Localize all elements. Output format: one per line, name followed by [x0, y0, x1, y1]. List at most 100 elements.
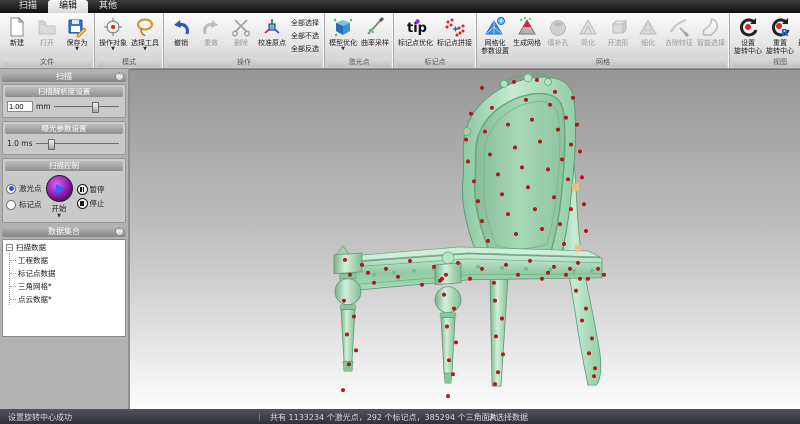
ribbon-toolbar: 新建打开保存为▼文件操作对象▼选择工具▼模式撤销重做删除校准原点全部选择全部不选…	[0, 13, 800, 69]
marker-point	[556, 128, 560, 132]
ribbon-button-label: 重做	[204, 39, 218, 47]
marker-point	[568, 267, 572, 271]
status-message: 设置旋转中心成功	[8, 412, 72, 423]
marker-point	[354, 349, 358, 353]
marker-point	[372, 281, 376, 285]
exposure-value-label: 1.0 ms	[7, 139, 33, 148]
tree-item[interactable]: 三角网格*	[10, 279, 122, 292]
ribbon-button-refine[interactable]: 细化	[633, 14, 663, 57]
resolution-slider-thumb[interactable]	[92, 102, 99, 113]
stop-button[interactable]: 停止	[77, 198, 105, 209]
marker-point	[469, 112, 473, 116]
ribbon-button-smart-select[interactable]: 智能选择	[695, 14, 727, 57]
viewport-3d[interactable]	[130, 69, 800, 409]
pause-button[interactable]: 暂停	[77, 184, 105, 195]
ribbon-button-open-manifold[interactable]: 开流形	[603, 14, 633, 57]
marker-point	[574, 289, 578, 293]
pause-icon	[77, 184, 88, 195]
marker-point	[546, 271, 550, 275]
ribbon-button-label: 删除	[234, 39, 248, 47]
ribbon-button-marker-stitch[interactable]: 标记点拼接	[435, 14, 474, 57]
start-dropdown-arrow-icon[interactable]: ▼	[57, 214, 61, 218]
ribbon-button-new[interactable]: 新建	[2, 14, 32, 57]
ribbon-button-calibrate-origin[interactable]: 校准原点	[256, 14, 288, 57]
ribbon-button-set-rotation-center[interactable]: 设置 旋转中心	[732, 14, 764, 57]
exposure-slider[interactable]	[36, 138, 121, 149]
ribbon-button-undo[interactable]: 撤销	[166, 14, 196, 57]
radio-dot-icon[interactable]	[6, 200, 16, 210]
collapse-scan-panel-button[interactable]: ^	[115, 72, 124, 81]
marker-point	[445, 325, 449, 329]
ribbon-button-marker-optimize[interactable]: tip标记点优化	[396, 14, 435, 57]
marker-point	[366, 271, 370, 275]
ribbon-button-save-as[interactable]: 保存为▼	[62, 14, 92, 57]
tree-item-label: 标记点数据	[18, 268, 56, 279]
ribbon-group-label: 模式	[98, 58, 160, 67]
tab-edit[interactable]: 编辑	[48, 0, 88, 13]
ribbon-button-operate-object[interactable]: 操作对象▼	[97, 14, 129, 57]
pause-label: 暂停	[90, 184, 105, 195]
collapse-data-panel-button[interactable]: ^	[115, 227, 124, 236]
ribbon-button-select-all[interactable]: 全部选择	[291, 18, 319, 28]
radio-selected-option[interactable]: 激光点	[6, 183, 42, 194]
ribbon-button-mesh-params[interactable]: 网格化 参数设置	[479, 14, 511, 57]
ribbon-button-select-tool[interactable]: 选择工具▼	[129, 14, 161, 57]
marker-point	[526, 186, 530, 190]
stop-label: 停止	[90, 198, 105, 209]
radio-dot-icon[interactable]	[6, 184, 16, 194]
ribbon-button-generate-mesh[interactable]: 生成网格	[511, 14, 543, 57]
tab-scan[interactable]: 扫描	[8, 0, 48, 13]
resolution-slider[interactable]	[54, 101, 121, 112]
tree-item[interactable]: 标记点数据	[10, 266, 122, 279]
radio-option[interactable]: 标记点	[6, 199, 42, 210]
ribbon-button-model-optimize[interactable]: 模型优化▼	[327, 14, 359, 57]
marker-point	[451, 372, 455, 376]
ribbon-button-reset-rotation-center[interactable]: R重置 旋转中心	[764, 14, 796, 57]
ribbon-button-redo[interactable]: 重做	[196, 14, 226, 57]
tree-item[interactable]: 工程数据	[10, 253, 122, 266]
marker-point	[480, 86, 484, 90]
marker-point	[440, 277, 444, 281]
tree-expander-icon[interactable]: −	[6, 244, 13, 251]
ribbon-button-curvature-sample[interactable]: 曲率采样	[359, 14, 391, 57]
marker-point	[548, 103, 552, 107]
marker-point	[480, 267, 484, 271]
dropdown-arrow-icon[interactable]: ▼	[111, 47, 115, 51]
marker-point	[514, 232, 518, 236]
marker-point	[580, 319, 584, 323]
ribbon-button-best-view[interactable]: 最佳视图	[796, 14, 800, 57]
ribbon-button-select-none[interactable]: 全部不选	[291, 31, 319, 41]
ribbon-button-delete[interactable]: 删除	[226, 14, 256, 57]
model-optimize-icon	[332, 14, 354, 39]
dropdown-arrow-icon[interactable]: ▼	[143, 47, 147, 51]
marker-point	[584, 229, 588, 233]
tab-other[interactable]: 其他	[88, 0, 128, 13]
marker-point	[576, 261, 580, 265]
dropdown-arrow-icon[interactable]: ▼	[75, 47, 79, 51]
ribbon-button-fill-holes[interactable]: 填补孔	[543, 14, 573, 57]
tree-branch-line	[10, 260, 16, 262]
ribbon-button-simplify[interactable]: 简化	[573, 14, 603, 57]
ribbon-button-label: 校准原点	[258, 39, 286, 47]
resolution-unit-label: mm	[36, 102, 51, 111]
marker-point	[396, 275, 400, 279]
ribbon-button-label: 生成网格	[513, 39, 541, 47]
marker-point	[564, 116, 568, 120]
dropdown-arrow-icon[interactable]: ▼	[341, 47, 345, 51]
manifold-icon	[607, 14, 629, 39]
status-statistics: 共有 1133234 个激光点，292 个标记点，385294 个三角面片	[270, 412, 498, 423]
resolution-input[interactable]	[7, 101, 33, 112]
tree-item[interactable]: 点云数据*	[10, 292, 122, 305]
ribbon-button-label: 智能选择	[697, 39, 725, 47]
scan-mode-radios: 激光点标记点	[6, 183, 42, 210]
start-scan-button[interactable]	[46, 175, 73, 202]
ribbon-button-open[interactable]: 打开	[32, 14, 62, 57]
marker-point	[564, 273, 568, 277]
tree-root-item[interactable]: − 扫描数据	[6, 242, 122, 253]
ribbon-button-select-invert[interactable]: 全部反选	[291, 44, 319, 54]
exposure-slider-thumb[interactable]	[48, 139, 55, 150]
marker-point	[468, 277, 472, 281]
tree-branch-line	[10, 273, 16, 275]
ribbon-button-remove-features[interactable]: 去除特征	[663, 14, 695, 57]
resolution-slider-track	[54, 106, 119, 107]
